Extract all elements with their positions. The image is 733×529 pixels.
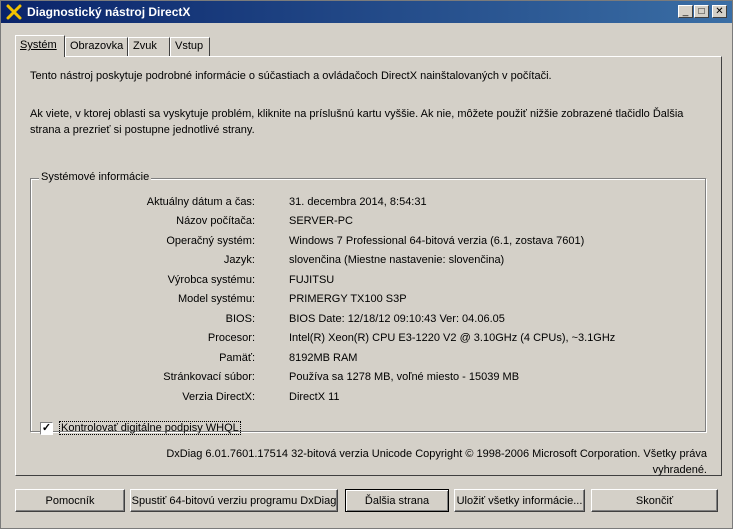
tab-system-label: Systém bbox=[20, 39, 57, 51]
row-directx: Verzia DirectX: DirectX 11 bbox=[31, 391, 691, 407]
row-bios: BIOS: BIOS Date: 12/18/12 09:10:43 Ver: 0… bbox=[31, 313, 691, 329]
run-64bit-button[interactable]: Spustiť 64-bitovú verziu programu DxDiag bbox=[130, 489, 338, 512]
row-label: Výrobca systému: bbox=[167, 274, 255, 286]
tab-sound-label: Zvuk bbox=[133, 40, 157, 52]
intro-text-1: Tento nástroj poskytuje podrobné informá… bbox=[30, 70, 552, 82]
whql-checkbox-label[interactable]: Kontrolovať digitálne podpisy WHQL bbox=[59, 421, 241, 435]
row-language: Jazyk: slovenčina (Miestne nastavenie: sl… bbox=[31, 254, 691, 270]
run-64bit-button-label: Spustiť 64-bitovú verziu programu DxDiag bbox=[131, 494, 337, 507]
close-button[interactable]: ✕ bbox=[712, 5, 727, 18]
row-datetime: Aktuálny dátum a čas: 31. decembra 2014, … bbox=[31, 196, 691, 212]
window-title: Diagnostický nástroj DirectX bbox=[27, 5, 191, 19]
row-value: slovenčina (Miestne nastavenie: slovenči… bbox=[289, 254, 505, 266]
save-all-info-button[interactable]: Uložiť všetky informácie... bbox=[454, 489, 585, 512]
row-value: Používa sa 1278 MB, voľné miesto - 15039… bbox=[289, 371, 520, 383]
check-mark-icon: ✓ bbox=[41, 422, 52, 434]
exit-button-label: Skončiť bbox=[635, 494, 674, 507]
row-processor: Procesor: Intel(R) Xeon(R) CPU E3-1220 V2… bbox=[31, 332, 691, 348]
minimize-button[interactable]: _ bbox=[678, 5, 693, 18]
help-button-label: Pomocník bbox=[45, 494, 95, 507]
row-memory: Pamäť: 8192MB RAM bbox=[31, 352, 691, 368]
copyright-line-2: vyhradené. bbox=[652, 464, 707, 476]
help-button[interactable]: Pomocník bbox=[15, 489, 125, 512]
row-label: Operačný systém: bbox=[166, 235, 255, 247]
row-value: BIOS Date: 12/18/12 09:10:43 Ver: 04.06.… bbox=[289, 313, 505, 325]
save-all-info-button-label: Uložiť všetky informácie... bbox=[456, 494, 583, 507]
intro-text-2a: Ak viete, v ktorej oblasti sa vyskytuje … bbox=[30, 108, 684, 120]
row-computer-name: Názov počítača: SERVER-PC bbox=[31, 215, 691, 231]
row-label: BIOS: bbox=[225, 313, 255, 325]
row-label: Stránkovací súbor: bbox=[163, 371, 255, 383]
row-label: Názov počítača: bbox=[176, 215, 255, 227]
row-label: Model systému: bbox=[177, 293, 255, 305]
close-icon: ✕ bbox=[715, 5, 724, 17]
row-value: Windows 7 Professional 64-bitová verzia … bbox=[289, 235, 585, 247]
tab-input-label: Vstup bbox=[175, 40, 204, 52]
directx-icon bbox=[6, 4, 22, 20]
row-model: Model systému: PRIMERGY TX100 S3P bbox=[31, 293, 691, 309]
maximize-button[interactable]: □ bbox=[694, 5, 709, 18]
group-title: Systémové informácie bbox=[39, 171, 152, 183]
row-label: Pamäť: bbox=[219, 352, 255, 364]
minimize-icon: _ bbox=[682, 5, 689, 17]
row-value: Intel(R) Xeon(R) CPU E3-1220 V2 @ 3.10GH… bbox=[289, 332, 616, 344]
intro-text-2b: strana a prezrieť si postupne jednotlivé… bbox=[30, 124, 255, 136]
copyright-text: DxDiag 6.01.7601.17514 32-bitová verzia … bbox=[147, 446, 707, 478]
row-label: Procesor: bbox=[207, 332, 255, 344]
tab-display-label: Obrazovka bbox=[70, 40, 124, 52]
row-manufacturer: Výrobca systému: FUJITSU bbox=[31, 274, 691, 290]
row-value: PRIMERGY TX100 S3P bbox=[289, 293, 407, 305]
row-value: 31. decembra 2014, 8:54:31 bbox=[289, 196, 427, 208]
title-bar[interactable]: Diagnostický nástroj DirectX _ □ ✕ bbox=[1, 1, 732, 23]
next-page-button-label: Ďalšia strana bbox=[364, 494, 430, 507]
next-page-button[interactable]: Ďalšia strana bbox=[345, 489, 449, 512]
tab-sound[interactable]: Zvuk bbox=[128, 37, 170, 56]
row-value: 8192MB RAM bbox=[289, 352, 358, 364]
dxdiag-window: Diagnostický nástroj DirectX _ □ ✕ Systé… bbox=[0, 0, 733, 529]
row-label: Jazyk: bbox=[223, 254, 255, 266]
row-value: DirectX 11 bbox=[289, 391, 340, 403]
exit-button[interactable]: Skončiť bbox=[591, 489, 718, 512]
tab-input[interactable]: Vstup bbox=[170, 37, 210, 56]
whql-checkbox[interactable]: ✓ bbox=[40, 422, 53, 435]
row-os: Operačný systém: Windows 7 Professional 6… bbox=[31, 235, 691, 251]
system-tab-panel: Tento nástroj poskytuje podrobné informá… bbox=[15, 56, 722, 476]
tab-display[interactable]: Obrazovka bbox=[65, 37, 128, 56]
maximize-icon: □ bbox=[698, 5, 705, 17]
row-pagefile: Stránkovací súbor: Používa sa 1278 MB, vo… bbox=[31, 371, 691, 387]
tab-system[interactable]: Systém bbox=[15, 35, 65, 57]
row-label: Verzia DirectX: bbox=[182, 391, 255, 403]
row-value: FUJITSU bbox=[289, 274, 335, 286]
copyright-line-1: DxDiag 6.01.7601.17514 32-bitová verzia … bbox=[166, 448, 707, 460]
row-value: SERVER-PC bbox=[289, 215, 353, 227]
system-info-group: Systémové informácie Aktuálny dátum a ča… bbox=[30, 171, 706, 435]
intro-text-2: Ak viete, v ktorej oblasti sa vyskytuje … bbox=[30, 106, 710, 138]
row-label: Aktuálny dátum a čas: bbox=[146, 196, 255, 208]
